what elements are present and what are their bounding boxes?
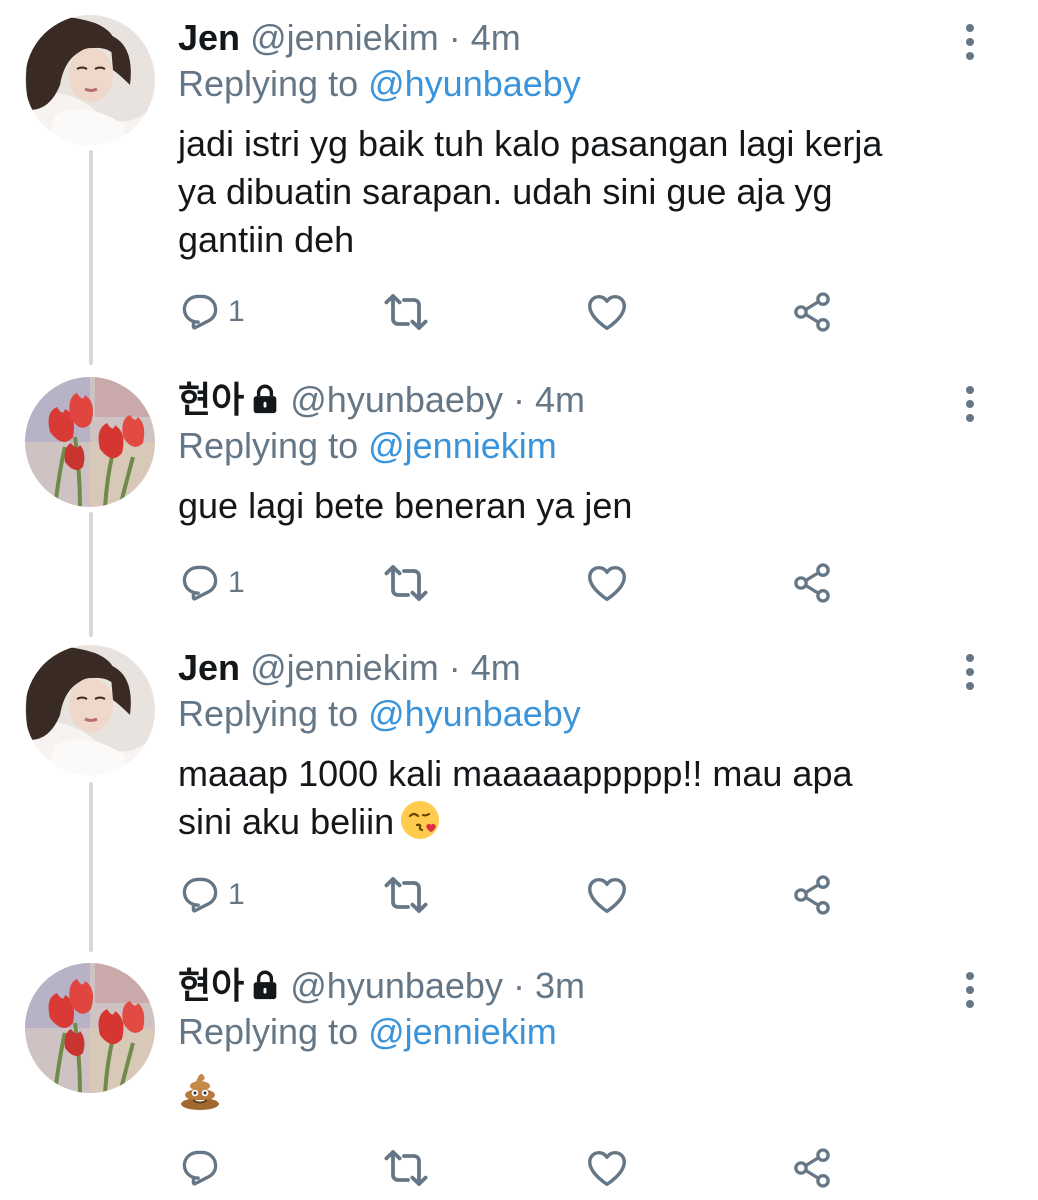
retweet-icon xyxy=(382,288,430,336)
display-name[interactable]: 현아 xyxy=(178,379,244,420)
heart-icon xyxy=(584,872,630,918)
more-vertical-icon[interactable] xyxy=(958,970,982,1010)
retweet-button[interactable] xyxy=(382,558,430,608)
timestamp[interactable]: 4m xyxy=(471,647,521,688)
face-blowing-kiss-emoji-icon xyxy=(400,798,444,842)
separator-dot: · xyxy=(512,965,525,1006)
replying-to: Replying to @hyunbaeby xyxy=(178,692,958,736)
share-icon xyxy=(790,1146,834,1190)
tweet-text: jadi istri yg baik tuh kalo pasangan lag… xyxy=(178,123,883,260)
tweet-text: gue lagi bete beneran ya jen xyxy=(178,485,633,526)
retweet-icon xyxy=(382,871,430,919)
tweet-header: Jen @jenniekim · 4m xyxy=(178,646,958,690)
pile-of-poo-emoji-icon xyxy=(178,1068,222,1112)
retweet-icon xyxy=(382,1144,430,1192)
replying-to-label: Replying to xyxy=(178,1011,369,1052)
reply-count: 1 xyxy=(228,878,245,911)
like-button[interactable] xyxy=(584,870,630,920)
avatar[interactable] xyxy=(25,963,155,1093)
user-handle[interactable]: @hyunbaeby xyxy=(290,379,503,420)
heart-icon xyxy=(584,289,630,335)
share-button[interactable] xyxy=(790,287,834,337)
timestamp[interactable]: 3m xyxy=(535,965,585,1006)
heart-icon xyxy=(584,560,630,606)
tweet[interactable]: 현아 @hyunbaeby · 4m Replying to @jenniekim… xyxy=(0,362,1038,632)
reply-button[interactable]: 1 xyxy=(178,558,245,608)
share-button[interactable] xyxy=(790,558,834,608)
separator-dot: · xyxy=(448,647,461,688)
tweet-actions xyxy=(178,1143,858,1193)
replying-to: Replying to @hyunbaeby xyxy=(178,62,958,106)
replying-to-link[interactable]: @jenniekim xyxy=(368,1011,557,1052)
tweet-actions: 1 xyxy=(178,870,858,920)
share-button[interactable] xyxy=(790,870,834,920)
separator-dot: · xyxy=(448,17,461,58)
retweet-icon xyxy=(382,559,430,607)
heart-icon xyxy=(584,1145,630,1191)
retweet-button[interactable] xyxy=(382,870,430,920)
tweet-header: 현아 @hyunbaeby · 3m xyxy=(178,964,958,1008)
replying-to-link[interactable]: @hyunbaeby xyxy=(368,63,581,104)
tweet-header: Jen @jenniekim · 4m xyxy=(178,16,958,60)
replying-to-link[interactable]: @hyunbaeby xyxy=(368,693,581,734)
separator-dot: · xyxy=(512,379,525,420)
reply-count: 1 xyxy=(228,295,245,328)
avatar[interactable] xyxy=(25,645,155,775)
replying-to: Replying to @jenniekim xyxy=(178,1010,958,1054)
tweet-header: 현아 @hyunbaeby · 4m xyxy=(178,378,958,422)
tweet-text-body: maaap 1000 kali maaaaappppp!! mau apa si… xyxy=(178,753,853,842)
avatar[interactable] xyxy=(25,15,155,145)
reply-icon xyxy=(178,561,222,605)
replying-to-label: Replying to xyxy=(178,63,369,104)
replying-to-label: Replying to xyxy=(178,425,369,466)
reply-button[interactable]: 1 xyxy=(178,287,245,337)
reply-button[interactable]: 1 xyxy=(178,870,245,920)
retweet-button[interactable] xyxy=(382,1143,430,1193)
tweet-actions: 1 xyxy=(178,287,858,337)
timestamp[interactable]: 4m xyxy=(535,379,585,420)
reply-count: 1 xyxy=(228,566,245,599)
share-icon xyxy=(790,290,834,334)
tweet-text xyxy=(178,1068,958,1116)
share-icon xyxy=(790,873,834,917)
conversation-thread: Jen @jenniekim · 4m Replying to @hyunbae… xyxy=(0,0,1038,1200)
tweet[interactable]: Jen @jenniekim · 4m Replying to @hyunbae… xyxy=(0,0,1038,360)
tweet[interactable]: Jen @jenniekim · 4m Replying to @hyunbae… xyxy=(0,630,1038,945)
timestamp[interactable]: 4m xyxy=(471,17,521,58)
like-button[interactable] xyxy=(584,558,630,608)
reply-icon xyxy=(178,1146,222,1190)
replying-to-label: Replying to xyxy=(178,693,369,734)
more-vertical-icon[interactable] xyxy=(958,652,982,692)
replying-to-link[interactable]: @jenniekim xyxy=(368,425,557,466)
lock-icon xyxy=(248,968,282,1002)
share-icon xyxy=(790,561,834,605)
like-button[interactable] xyxy=(584,1143,630,1193)
retweet-button[interactable] xyxy=(382,287,430,337)
user-handle[interactable]: @hyunbaeby xyxy=(290,965,503,1006)
lock-icon xyxy=(248,382,282,416)
user-handle[interactable]: @jenniekim xyxy=(250,17,439,58)
reply-icon xyxy=(178,290,222,334)
tweet-text: maaap 1000 kali maaaaappppp!! mau apa si… xyxy=(178,750,958,846)
display-name[interactable]: Jen xyxy=(178,647,240,688)
more-vertical-icon[interactable] xyxy=(958,22,982,62)
avatar[interactable] xyxy=(25,377,155,507)
share-button[interactable] xyxy=(790,1143,834,1193)
tweet[interactable]: 현아 @hyunbaeby · 3m Replying to @jenniekim xyxy=(0,948,1038,1200)
reply-button[interactable] xyxy=(178,1143,228,1193)
replying-to: Replying to @jenniekim xyxy=(178,424,958,468)
reply-icon xyxy=(178,873,222,917)
tweet-actions: 1 xyxy=(178,558,858,608)
user-handle[interactable]: @jenniekim xyxy=(250,647,439,688)
display-name[interactable]: 현아 xyxy=(178,965,244,1006)
like-button[interactable] xyxy=(584,287,630,337)
display-name[interactable]: Jen xyxy=(178,17,240,58)
more-vertical-icon[interactable] xyxy=(958,384,982,424)
